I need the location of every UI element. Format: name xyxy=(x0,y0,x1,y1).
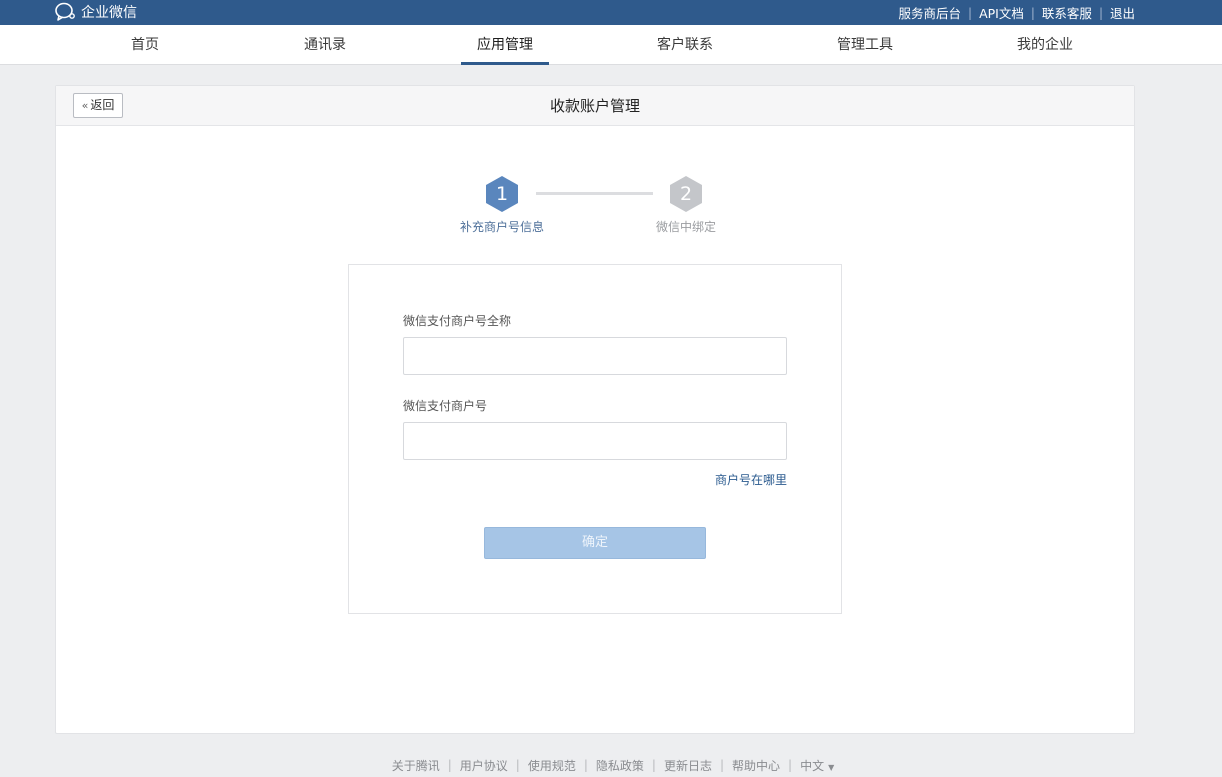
divider: | xyxy=(788,758,793,772)
merchant-id-label: 微信支付商户号 xyxy=(403,399,488,413)
link-provider-admin[interactable]: 服务商后台 xyxy=(899,3,962,22)
confirm-button[interactable]: 确定 xyxy=(484,527,706,559)
link-api-docs[interactable]: API文档 xyxy=(979,3,1024,22)
footer-link-user-agreement[interactable]: 用户协议 xyxy=(460,757,508,774)
link-customer-service[interactable]: 联系客服 xyxy=(1042,3,1092,22)
divider: | xyxy=(515,758,520,772)
panel-header: «返回 收款账户管理 xyxy=(56,86,1134,126)
footer: 关于腾讯 | 用户协议 | 使用规范 | 隐私政策 | 更新日志 | 帮助中心 … xyxy=(0,756,1222,774)
divider: | xyxy=(651,758,656,772)
footer-link-privacy[interactable]: 隐私政策 xyxy=(596,757,644,774)
main-nav: 首页 通讯录 应用管理 客户联系 管理工具 我的企业 xyxy=(0,25,1222,65)
link-logout[interactable]: 退出 xyxy=(1110,3,1135,22)
merchant-form-card: 微信支付商户号全称 微信支付商户号 商户号在哪里 确定 xyxy=(348,264,842,614)
footer-link-changelog[interactable]: 更新日志 xyxy=(664,757,712,774)
divider: | xyxy=(719,758,725,772)
step-1-label: 补充商户号信息 xyxy=(459,220,544,234)
where-is-merchant-id-link[interactable]: 商户号在哪里 xyxy=(715,471,787,488)
nav-item-app-management[interactable]: 应用管理 xyxy=(461,25,549,65)
app-logo[interactable]: 企业微信 xyxy=(55,1,137,23)
nav-item-customer-contact[interactable]: 客户联系 xyxy=(641,25,729,65)
nav-item-home[interactable]: 首页 xyxy=(101,25,189,65)
divider: | xyxy=(1030,5,1035,20)
divider: | xyxy=(583,758,588,772)
step-1: 1 补充商户号信息 xyxy=(442,176,562,235)
nav-item-my-enterprise[interactable]: 我的企业 xyxy=(1001,25,1089,65)
language-selector[interactable]: 中文 ▼ xyxy=(800,757,834,774)
divider: | xyxy=(447,758,452,772)
nav-item-management-tools[interactable]: 管理工具 xyxy=(821,25,909,65)
top-links: 服务商后台 | API文档 | 联系客服 | 退出 xyxy=(899,0,1135,25)
step-2: 2 微信中绑定 xyxy=(626,176,746,235)
chat-bubbles-icon xyxy=(55,2,77,22)
footer-link-usage-rules[interactable]: 使用规范 xyxy=(528,757,576,774)
step-1-badge: 1 xyxy=(486,176,518,212)
footer-link-about[interactable]: 关于腾讯 xyxy=(392,757,440,774)
page-title: 收款账户管理 xyxy=(549,97,640,115)
caret-down-icon: ▼ xyxy=(828,762,835,772)
merchant-name-label: 微信支付商户号全称 xyxy=(403,314,512,328)
merchant-name-input[interactable] xyxy=(403,337,787,375)
divider: | xyxy=(1098,5,1103,20)
app-logo-text: 企业微信 xyxy=(81,5,137,21)
nav-item-contacts[interactable]: 通讯录 xyxy=(281,25,369,65)
top-bar: 企业微信 服务商后台 | API文档 | 联系客服 | 退出 xyxy=(0,0,1222,25)
step-2-label: 微信中绑定 xyxy=(655,220,716,234)
language-label: 中文 xyxy=(800,758,825,773)
step-2-badge: 2 xyxy=(670,176,702,212)
merchant-id-input[interactable] xyxy=(403,422,787,460)
divider: | xyxy=(968,5,973,20)
footer-link-help-center[interactable]: 帮助中心 xyxy=(732,757,780,774)
